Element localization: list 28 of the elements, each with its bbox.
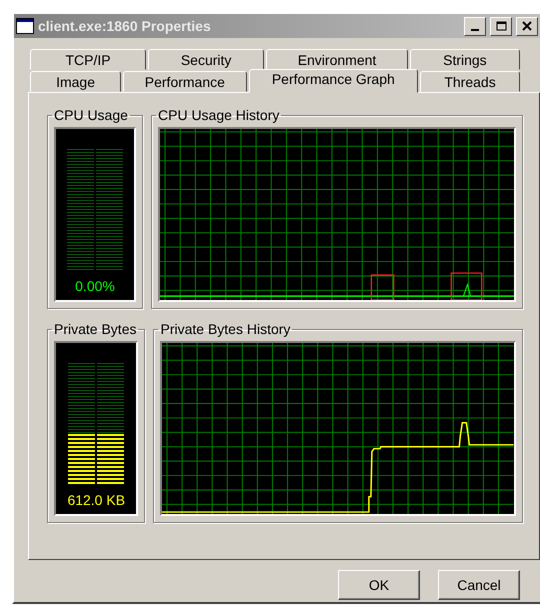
dialog-button[interactable]: Cancel bbox=[438, 570, 520, 600]
meter-reading: 612.0 KB bbox=[67, 492, 126, 508]
tab[interactable]: Performance Graph bbox=[248, 69, 418, 93]
maximize-button[interactable] bbox=[490, 16, 512, 36]
spike-line bbox=[458, 282, 471, 297]
group-title: Private Bytes bbox=[53, 321, 138, 337]
dialog-button[interactable]: OK bbox=[338, 570, 420, 600]
tab[interactable]: Strings bbox=[410, 49, 520, 70]
group-title: Private Bytes History bbox=[159, 321, 292, 337]
tab[interactable]: Security bbox=[148, 49, 264, 70]
tab[interactable]: Threads bbox=[420, 71, 520, 92]
window-icon bbox=[16, 18, 34, 34]
close-button[interactable] bbox=[516, 16, 538, 36]
group-title: CPU Usage History bbox=[157, 107, 280, 123]
tab[interactable]: Performance bbox=[123, 71, 247, 92]
maximize-icon bbox=[496, 21, 506, 31]
minimize-icon bbox=[471, 29, 479, 31]
meter-fill bbox=[97, 434, 124, 484]
meter-reading: 0.00% bbox=[75, 278, 115, 294]
highlight-box bbox=[370, 274, 394, 300]
group-title: CPU Usage bbox=[53, 107, 129, 123]
minimize-button[interactable] bbox=[464, 16, 486, 36]
window-title: client.exe:1860 Properties bbox=[38, 18, 212, 34]
highlight-box bbox=[450, 272, 482, 300]
tab[interactable]: Environment bbox=[266, 49, 408, 70]
close-icon bbox=[522, 21, 532, 31]
tab[interactable]: TCP/IP bbox=[30, 49, 146, 70]
tab[interactable]: Image bbox=[30, 71, 122, 92]
